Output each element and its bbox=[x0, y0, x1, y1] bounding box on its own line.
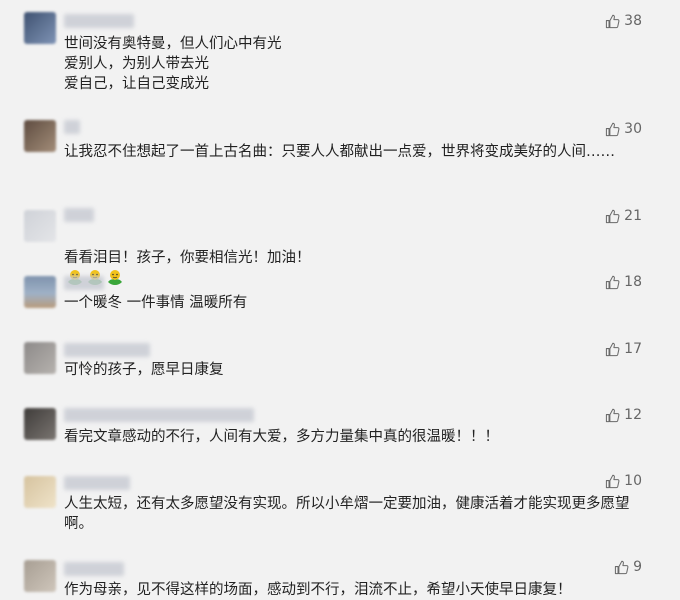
thumbs-up-icon bbox=[605, 275, 620, 290]
username-blurred[interactable] bbox=[64, 408, 254, 422]
thumbs-up-icon bbox=[605, 474, 620, 489]
like-button[interactable]: 18 bbox=[605, 273, 642, 291]
thumbs-up-icon bbox=[605, 122, 620, 137]
thumbs-up-icon bbox=[605, 342, 620, 357]
like-button[interactable]: 17 bbox=[605, 340, 642, 358]
avatar[interactable] bbox=[24, 408, 56, 440]
like-count: 18 bbox=[624, 274, 642, 290]
username-blurred[interactable] bbox=[64, 120, 80, 134]
like-count: 17 bbox=[624, 341, 642, 357]
avatar[interactable] bbox=[24, 210, 56, 242]
thumbs-up-icon bbox=[614, 560, 629, 575]
cheer-emoji-icon bbox=[106, 268, 124, 292]
comment-text: 看看泪目！孩子，你要相信光！加油！ bbox=[64, 228, 644, 292]
username-blurred[interactable] bbox=[64, 276, 104, 290]
like-count: 9 bbox=[633, 559, 642, 575]
avatar[interactable] bbox=[24, 120, 56, 152]
comment-text: 世间没有奥特曼，但人们心中有光 爱别人，为别人带去光 爱自己，让自己变成光 bbox=[64, 36, 282, 92]
like-count: 10 bbox=[624, 473, 642, 489]
like-button[interactable]: 38 bbox=[605, 12, 642, 30]
like-button[interactable]: 9 bbox=[614, 558, 642, 576]
like-count: 38 bbox=[624, 13, 642, 29]
comment-text: 让我忍不住想起了一首上古名曲：只要人人都献出一点爱，世界将变成美好的人间…… bbox=[64, 144, 615, 160]
comment-text: 一个暖冬 一件事情 温暖所有 bbox=[64, 295, 248, 311]
thumbs-up-icon bbox=[605, 408, 620, 423]
avatar[interactable] bbox=[24, 342, 56, 374]
like-count: 30 bbox=[624, 121, 642, 137]
avatar[interactable] bbox=[24, 476, 56, 508]
like-button[interactable]: 12 bbox=[605, 406, 642, 424]
username-blurred[interactable] bbox=[64, 562, 124, 576]
thumbs-up-icon bbox=[605, 209, 620, 224]
avatar[interactable] bbox=[24, 276, 56, 308]
username-blurred[interactable] bbox=[64, 208, 94, 222]
username-blurred[interactable] bbox=[64, 343, 150, 357]
username-blurred[interactable] bbox=[64, 14, 134, 28]
like-count: 21 bbox=[624, 208, 642, 224]
like-count: 12 bbox=[624, 407, 642, 423]
like-button[interactable]: 10 bbox=[605, 472, 642, 490]
like-button[interactable]: 21 bbox=[605, 207, 642, 225]
comment-text: 作为母亲，见不得这样的场面，感动到不行，泪流不止，希望小天使早日康复！ bbox=[64, 582, 572, 598]
comment-text: 可怜的孩子，愿早日康复 bbox=[64, 362, 224, 378]
username-blurred[interactable] bbox=[64, 476, 130, 490]
like-button[interactable]: 30 bbox=[605, 120, 642, 138]
avatar[interactable] bbox=[24, 12, 56, 44]
thumbs-up-icon bbox=[605, 14, 620, 29]
comment-body: 看看泪目！孩子，你要相信光！加油！ bbox=[64, 250, 311, 266]
comment-text: 人生太短，还有太多愿望没有实现。所以小牟熠一定要加油，健康活着才能实现更多愿望啊… bbox=[64, 496, 630, 532]
avatar[interactable] bbox=[24, 560, 56, 592]
comment-text: 看完文章感动的不行，人间有大爱，多方力量集中真的很温暖！！！ bbox=[64, 429, 499, 445]
